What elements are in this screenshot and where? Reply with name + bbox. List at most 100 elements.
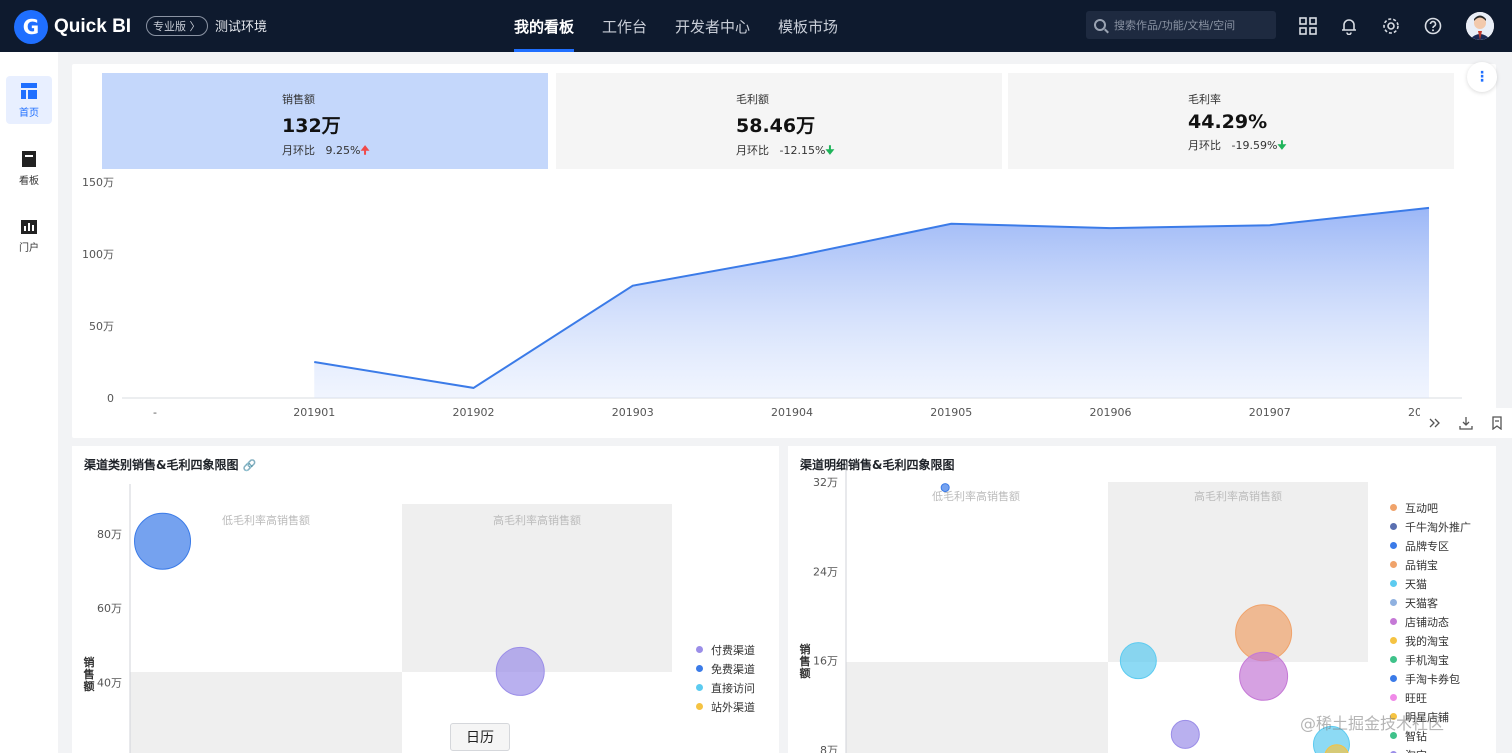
legend-item[interactable]: 天猫 — [1390, 574, 1471, 593]
channel-category-quadrant-card: 渠道类别销售&毛利四象限图 🔗 低毛利率高销售额 高毛利率高销售额 40万 60万 80万… — [72, 446, 779, 753]
legend-dot — [1390, 637, 1397, 644]
legend-label: 天猫 — [1405, 577, 1427, 591]
legend-label: 天猫客 — [1405, 596, 1438, 610]
avatar[interactable] — [1466, 12, 1494, 40]
bookmark-icon[interactable] — [1490, 416, 1504, 430]
legend-item[interactable]: 品销宝 — [1390, 555, 1471, 574]
kpi-compare-value: -19.59% — [1231, 139, 1278, 152]
y-tick-label: 60万 — [97, 602, 122, 615]
legend-item[interactable]: 旺旺 — [1390, 688, 1471, 707]
sidebar-item-home[interactable]: 首页 — [6, 76, 52, 124]
y-axis-label: 额 — [800, 666, 811, 680]
kpi-compare: 月环比 -12.15%🠋 — [736, 142, 835, 161]
legend-label: 品销宝 — [1405, 558, 1438, 572]
kpi-title: 毛利额 — [736, 93, 769, 106]
legend-item[interactable]: 手机淘宝 — [1390, 650, 1471, 669]
scatter-point — [940, 483, 950, 493]
kpi-value: 44.29% — [1188, 111, 1268, 133]
quadrant-label: 低毛利率高销售额 — [222, 513, 310, 527]
app-name: Quick BI — [54, 16, 132, 37]
kpi-sales[interactable]: 销售额 132万 月环比 9.25%🠉 — [102, 73, 548, 169]
nav-item-developer-center[interactable]: 开发者中心 — [661, 0, 764, 52]
legend-label: 淘宝 — [1405, 747, 1427, 753]
calendar-button[interactable]: 日历 — [450, 723, 510, 751]
legend-dot — [1390, 675, 1397, 682]
x-tick-label: 201907 — [1249, 406, 1291, 419]
x-tick-label: 201902 — [453, 406, 495, 419]
search-icon — [1094, 19, 1106, 31]
legend-dot — [696, 703, 703, 710]
x-tick-label: 201901 — [293, 406, 335, 419]
legend-dot — [1390, 504, 1397, 511]
collapse-chevrons-icon[interactable] — [1428, 416, 1442, 430]
quadrant-region — [402, 504, 672, 672]
search-box[interactable] — [1086, 11, 1276, 39]
sales-area-chart: 0 50万 100万 150万 - 201901 201902 201903 201904 201… — [82, 176, 1462, 419]
y-tick-label: 150万 — [82, 176, 114, 189]
kpi-compare: 月环比 -19.59%🠋 — [1188, 137, 1287, 156]
more-options-icon[interactable]: ⋮ — [1467, 62, 1497, 92]
legend-label: 我的淘宝 — [1405, 634, 1449, 648]
legend-item[interactable]: 店铺动态 — [1390, 612, 1471, 631]
legend-dot — [1390, 599, 1397, 606]
legend-item[interactable]: 我的淘宝 — [1390, 631, 1471, 650]
legend-item[interactable]: 直接访问 — [696, 678, 755, 697]
scatter-point — [1170, 719, 1200, 749]
y-axis-label: 售 — [83, 667, 95, 681]
legend-dot — [1390, 694, 1397, 701]
kpi-title: 销售额 — [282, 93, 315, 106]
legend-item[interactable]: 品牌专区 — [1390, 536, 1471, 555]
x-tick-label: - — [153, 406, 157, 419]
apps-grid-icon[interactable] — [1296, 14, 1320, 38]
search-input[interactable] — [1114, 18, 1274, 32]
scatter-point — [1239, 651, 1289, 701]
x-tick-label: 201905 — [930, 406, 972, 419]
quick-bi-logo-icon: G — [14, 10, 48, 44]
portal-chart-icon — [21, 219, 37, 234]
sidebar-item-label: 首页 — [19, 107, 39, 119]
main-nav: 我的看板 工作台 开发者中心 模板市场 — [500, 0, 852, 52]
help-icon[interactable] — [1421, 14, 1445, 38]
kpi-gross-margin[interactable]: 毛利率 44.29% 月环比 -19.59%🠋 — [1008, 73, 1454, 169]
legend-item[interactable]: 免费渠道 — [696, 659, 755, 678]
legend-item[interactable]: 天猫客 — [1390, 593, 1471, 612]
legend-item[interactable]: 站外渠道 — [696, 697, 755, 716]
legend-item[interactable]: 互动吧 — [1390, 498, 1471, 517]
environment-label[interactable]: 测试环境 — [215, 16, 267, 35]
y-tick-label: 50万 — [89, 320, 114, 333]
legend-label: 手淘卡券包 — [1405, 672, 1460, 686]
y-axis-label: 销 — [800, 642, 811, 656]
channel-detail-quadrant-card: 渠道明细销售&毛利四象限图 低毛利率高销售额 高毛利率高销售额 8万 16万 24万 32… — [788, 446, 1496, 753]
logo[interactable]: G Quick BI — [14, 10, 131, 44]
y-axis-label: 额 — [84, 679, 95, 693]
kpi-compare: 月环比 9.25%🠉 — [282, 142, 370, 161]
legend-item[interactable]: 手淘卡券包 — [1390, 669, 1471, 688]
legend-dot — [1390, 542, 1397, 549]
nav-item-workbench[interactable]: 工作台 — [588, 0, 661, 52]
edition-badge[interactable]: 专业版 〉 — [146, 16, 208, 36]
legend-dot — [1390, 523, 1397, 530]
sidebar-item-dashboards[interactable]: 看板 — [6, 144, 52, 192]
x-tick-label: 201906 — [1090, 406, 1132, 419]
bell-icon[interactable] — [1337, 14, 1361, 38]
kpi-value: 58.46万 — [736, 115, 816, 137]
kpi-compare-label: 月环比 — [282, 144, 315, 157]
quadrant-label: 高毛利率高销售额 — [493, 513, 581, 527]
nav-item-my-dashboards[interactable]: 我的看板 — [500, 0, 588, 52]
sidebar-item-portal[interactable]: 门户 — [6, 212, 52, 260]
legend-item[interactable]: 千牛淘外推广 — [1390, 517, 1471, 536]
x-tick-label: 201904 — [771, 406, 813, 419]
y-axis-label: 售 — [799, 654, 811, 668]
legend-item[interactable]: 淘宝 — [1390, 745, 1471, 753]
kpi-gross-profit[interactable]: 毛利额 58.46万 月环比 -12.15%🠋 — [556, 73, 1002, 169]
nav-item-template-market[interactable]: 模板市场 — [764, 0, 852, 52]
legend-label: 手机淘宝 — [1405, 653, 1449, 667]
y-tick-label: 24万 — [813, 565, 838, 578]
legend-label: 直接访问 — [711, 681, 755, 695]
y-tick-label: 8万 — [820, 744, 838, 753]
legend-item[interactable]: 付费渠道 — [696, 640, 755, 659]
legend-label: 免费渠道 — [711, 662, 755, 676]
kpi-title: 毛利率 — [1188, 93, 1221, 106]
download-icon[interactable] — [1459, 416, 1473, 430]
gear-icon[interactable] — [1379, 14, 1403, 38]
